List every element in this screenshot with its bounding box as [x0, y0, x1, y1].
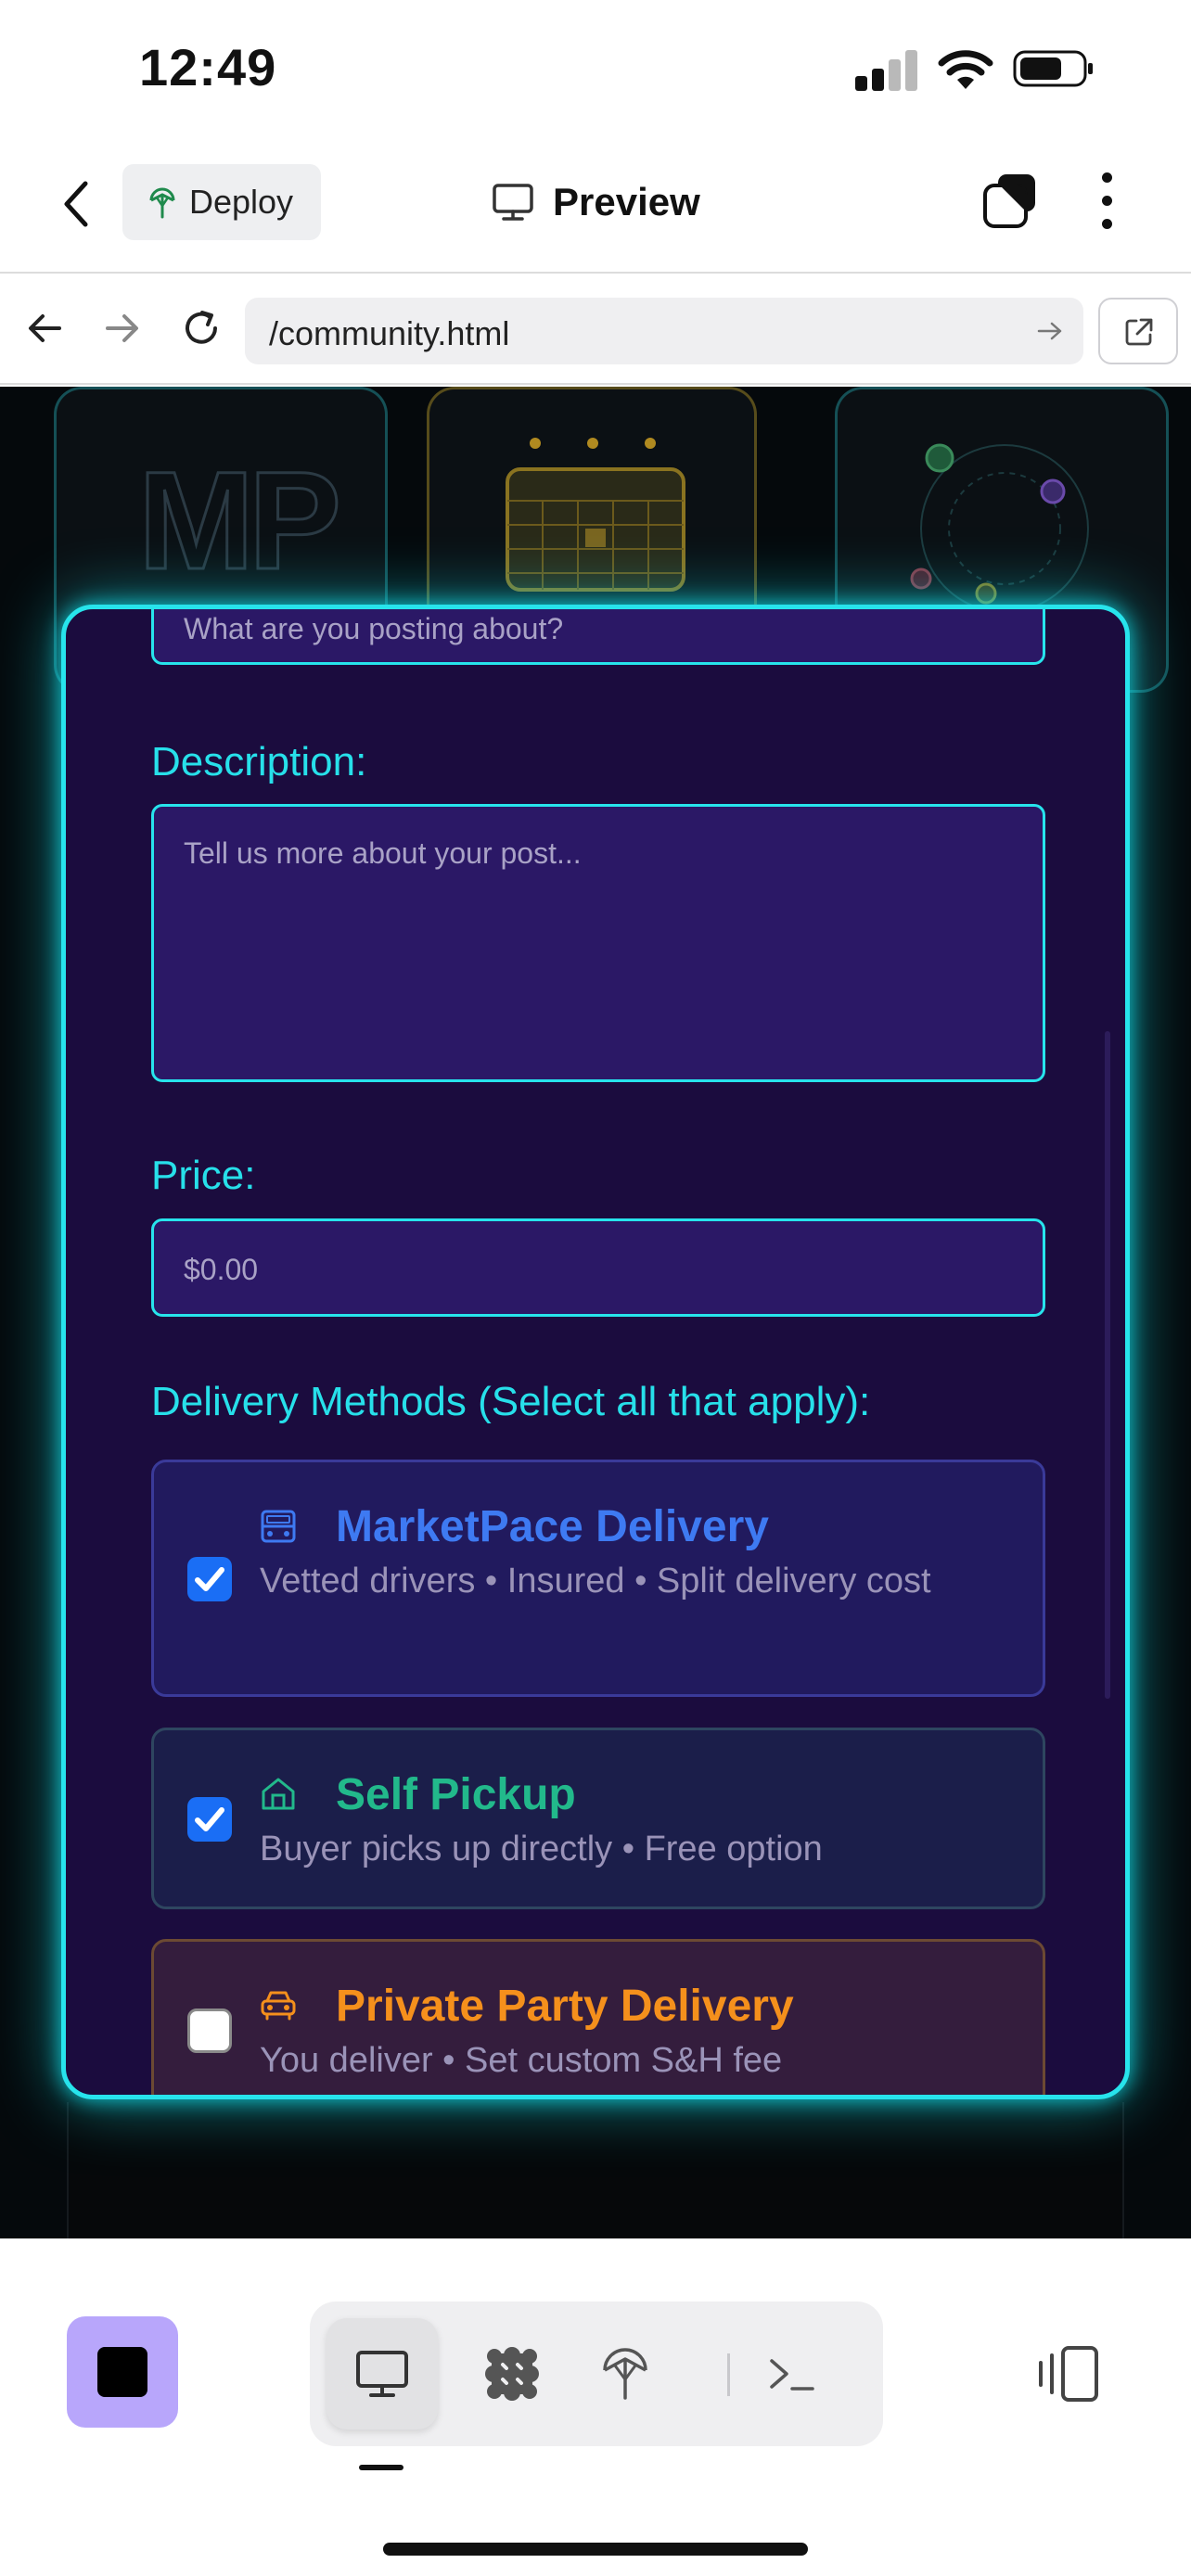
description-placeholder: Tell us more about your post...: [184, 836, 582, 870]
marketpace-delivery-description: Vetted drivers • Insured • Split deliver…: [260, 1562, 931, 1600]
modal-scrollbar[interactable]: [1105, 1031, 1110, 1699]
calendar-icon: [506, 438, 685, 592]
active-mode-indicator: [359, 2465, 403, 2470]
deploy-label: Deploy: [189, 183, 294, 221]
browser-back-icon[interactable]: [22, 305, 69, 351]
private-party-delivery-title: Private Party Delivery: [336, 1982, 794, 2031]
device-layout-icon[interactable]: [1035, 2344, 1102, 2404]
deploy-tree-icon: [603, 2348, 647, 2400]
terminal-icon: [770, 2359, 814, 2391]
background-logo: MP: [137, 441, 343, 600]
private-party-delivery-description: You deliver • Set custom S&H fee: [260, 2041, 783, 2080]
price-label: Price:: [151, 1153, 256, 1198]
stop-button[interactable]: [67, 2316, 178, 2428]
browser-bar: /community.html: [0, 275, 1191, 385]
delivery-methods-label: Delivery Methods (Select all that apply)…: [151, 1379, 871, 1424]
marketpace-delivery-title: MarketPace Delivery: [336, 1502, 769, 1551]
battery-icon: [1013, 50, 1093, 87]
external-link-icon: [1125, 318, 1153, 346]
grid-blob-icon: [485, 2347, 539, 2401]
more-options-icon[interactable]: [1095, 172, 1119, 232]
monitor-icon: [493, 184, 533, 221]
console-mode-button[interactable]: [735, 2318, 846, 2429]
truck-icon: [261, 1510, 296, 1543]
description-label: Description:: [151, 739, 367, 784]
car-icon: [261, 1991, 296, 2021]
deploy-button[interactable]: Deploy: [122, 164, 321, 240]
private-party-delivery-checkbox[interactable]: [187, 2009, 232, 2053]
delivery-option-marketpace[interactable]: MarketPace Delivery Vetted drivers • Ins…: [151, 1460, 1045, 1697]
monitor-icon: [356, 2351, 408, 2397]
delivery-option-private-party[interactable]: Private Party Delivery You deliver • Set…: [151, 1939, 1045, 2095]
mode-divider: [727, 2353, 730, 2396]
browser-forward-icon[interactable]: [98, 305, 145, 351]
workspace-mode-button[interactable]: [456, 2318, 568, 2429]
view-mode-switcher: [310, 2302, 883, 2446]
top-toolbar: Deploy Preview: [0, 139, 1191, 274]
home-indicator: [383, 2543, 808, 2556]
url-field[interactable]: /community.html: [245, 298, 1083, 364]
wifi-icon: [938, 50, 993, 89]
description-textarea[interactable]: Tell us more about your post...: [151, 804, 1045, 1082]
price-placeholder: $0.00: [184, 1253, 259, 1286]
post-title-placeholder: What are you posting about?: [184, 612, 564, 645]
status-time: 12:49: [139, 38, 277, 96]
open-external-button[interactable]: [1098, 298, 1178, 364]
self-pickup-description: Buyer picks up directly • Free option: [260, 1830, 823, 1868]
delivery-option-self-pickup[interactable]: Self Pickup Buyer picks up directly • Fr…: [151, 1728, 1045, 1909]
deploy-icon: [149, 187, 175, 219]
preview-title: Preview: [492, 174, 700, 230]
webview: MP What are you posting about? Descripti…: [0, 387, 1191, 2238]
url-text: /community.html: [269, 314, 510, 352]
tabs-icon[interactable]: [981, 172, 1039, 230]
create-post-modal: What are you posting about? Description:…: [61, 605, 1130, 2099]
self-pickup-title: Self Pickup: [336, 1770, 576, 1819]
marketpace-delivery-checkbox[interactable]: [187, 1557, 232, 1601]
self-pickup-checkbox[interactable]: [187, 1797, 232, 1842]
background-panel: [67, 2102, 1124, 2238]
status-bar: 12:49: [0, 0, 1191, 139]
stop-icon: [97, 2347, 147, 2397]
reload-icon[interactable]: [178, 305, 224, 351]
post-title-input[interactable]: What are you posting about?: [151, 609, 1045, 665]
bottom-bar: [0, 2257, 1191, 2576]
preview-mode-button[interactable]: [327, 2318, 438, 2429]
house-icon: [262, 1778, 295, 1810]
price-input[interactable]: $0.00: [151, 1218, 1045, 1317]
deploy-mode-button[interactable]: [570, 2318, 681, 2429]
go-arrow-icon[interactable]: [1035, 316, 1065, 346]
orbit-icon: [910, 443, 1089, 613]
back-chevron-icon[interactable]: [58, 178, 95, 230]
cellular-signal-icon: [855, 48, 918, 91]
preview-label: Preview: [553, 180, 700, 223]
